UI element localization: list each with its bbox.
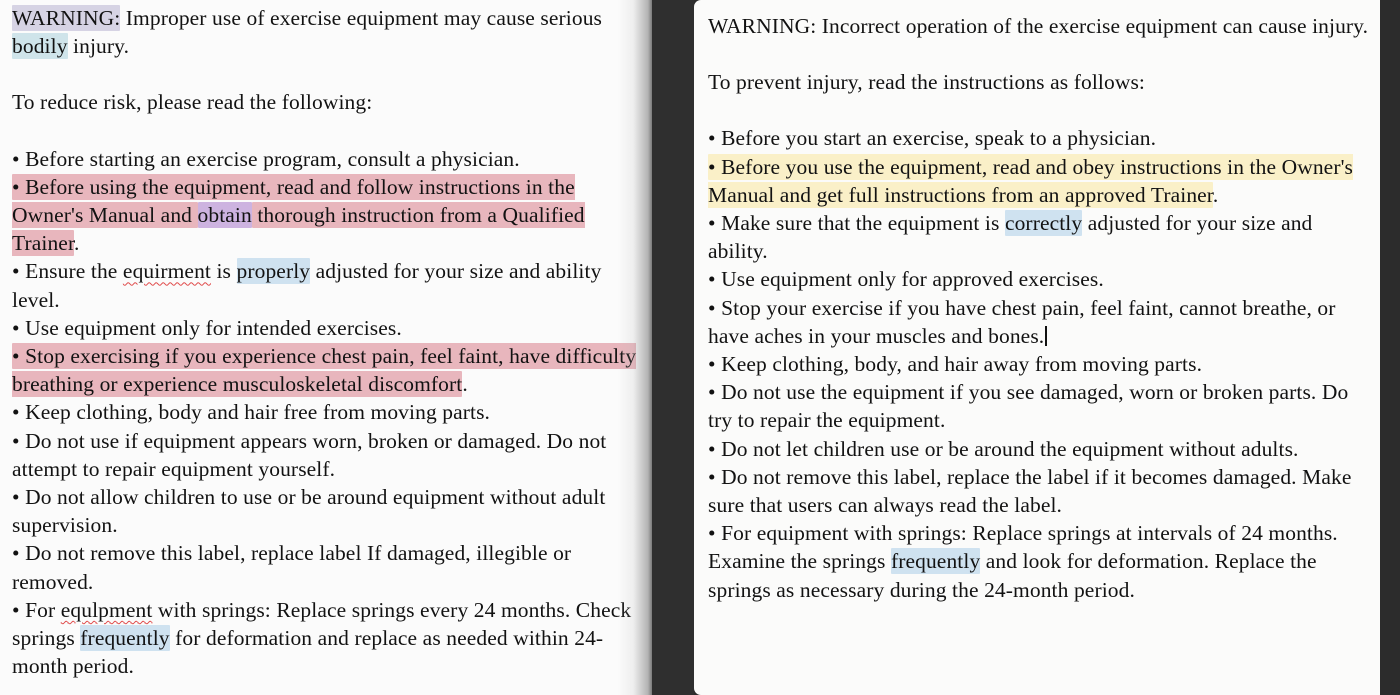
warning-label-highlight: WARNING:: [12, 5, 121, 31]
rewritten-bullet-1: • Before you start an exercise, speak to…: [708, 126, 1157, 151]
pane-divider[interactable]: [652, 0, 694, 695]
rewritten-bullet-8: • Do not let children use or be around t…: [708, 436, 1299, 461]
original-bullet-5: • Stop exercising if you experience ches…: [12, 342, 642, 398]
obtain-highlight: obtain: [197, 202, 252, 229]
rewritten-warning-heading: WARNING: Incorrect operation of the exer…: [708, 14, 1369, 38]
bullet-10-text-a: • For: [12, 597, 61, 622]
original-bullet-6: • Keep clothing, body and hair free from…: [12, 400, 491, 425]
original-document-pane[interactable]: WARNING: Improper use of exercise equipm…: [0, 0, 652, 695]
bodily-highlight: bodily: [12, 33, 68, 60]
original-document-body[interactable]: WARNING: Improper use of exercise equipm…: [12, 4, 642, 680]
original-bullet-3: • Ensure the equirment is properly adjus…: [12, 257, 642, 313]
original-bullet-10: • For equlpment with springs: Replace sp…: [12, 596, 642, 681]
misspelled-word-equirment[interactable]: equirment: [123, 259, 211, 283]
document-comparison-view: WARNING: Improper use of exercise equipm…: [0, 0, 1400, 695]
rewritten-bullet-9: • Do not remove this label, replace the …: [708, 464, 1352, 518]
rewritten-bullet-2: • Before you use the equipment, read and…: [708, 153, 1370, 209]
warning-heading-text-a: Improper use of exercise equipment may c…: [120, 6, 603, 30]
bullet-3-text-a: • Ensure the: [12, 259, 123, 284]
original-bullet-4: • Use equipment only for intended exerci…: [12, 315, 402, 340]
original-bullet-1: • Before starting an exercise program, c…: [12, 146, 520, 171]
rewritten-bullet-5: • Stop your exercise if you have chest p…: [708, 294, 1370, 350]
original-bullet-2: • Before using the equipment, read and f…: [12, 173, 642, 258]
properly-highlight: properly: [236, 258, 311, 285]
rewritten-intro-line: To prevent injury, read the instructions…: [708, 70, 1145, 95]
original-bullet-9: • Do not remove this label, replace labe…: [12, 541, 572, 594]
text-cursor-caret: [1045, 325, 1047, 346]
original-bullet-8: • Do not allow children to use or be aro…: [12, 485, 606, 538]
rewritten-bullet-3: • Make sure that the equipment is correc…: [708, 209, 1370, 265]
rewritten-bullet-2-period: .: [1212, 182, 1219, 207]
bullet-2-period: .: [74, 231, 80, 256]
bullet-3-text-c: is: [211, 259, 237, 284]
warning-heading-text-c: injury.: [67, 34, 130, 59]
correctly-highlight: correctly: [1004, 210, 1083, 237]
original-bullet-7: • Do not use if equipment appears worn, …: [12, 428, 607, 481]
rewritten-bullet-6: • Keep clothing, body, and hair away fro…: [708, 352, 1203, 377]
rewritten-bullet-2-highlight: • Before you use the equipment, read and…: [708, 153, 1354, 208]
rewritten-frequently-highlight: frequently: [890, 548, 981, 575]
original-warning-heading: WARNING: Improper use of exercise equipm…: [12, 4, 642, 60]
rewritten-document-pane[interactable]: WARNING: Incorrect operation of the exer…: [694, 0, 1380, 695]
frequently-highlight: frequently: [80, 625, 170, 652]
original-intro-line: To reduce risk, please read the followin…: [12, 90, 373, 115]
rewritten-bullet-5-text: • Stop your exercise if you have chest p…: [708, 295, 1336, 348]
rewritten-document-body[interactable]: WARNING: Incorrect operation of the exer…: [708, 12, 1370, 604]
rewritten-bullet-7: • Do not use the equipment if you see da…: [708, 380, 1349, 433]
rewritten-bullet-4: • Use equipment only for approved exerci…: [708, 267, 1104, 292]
bullet-5-period: .: [462, 372, 468, 397]
rewritten-bullet-3-text-a: • Make sure that the equipment is: [708, 211, 1005, 236]
misspelled-word-equlpment[interactable]: equlpment: [61, 598, 153, 622]
right-edge-backdrop: [1380, 0, 1400, 695]
rewritten-bullet-10: • For equipment with springs: Replace sp…: [708, 519, 1370, 604]
bullet-5-highlight: • Stop exercising if you experience ches…: [12, 343, 637, 398]
